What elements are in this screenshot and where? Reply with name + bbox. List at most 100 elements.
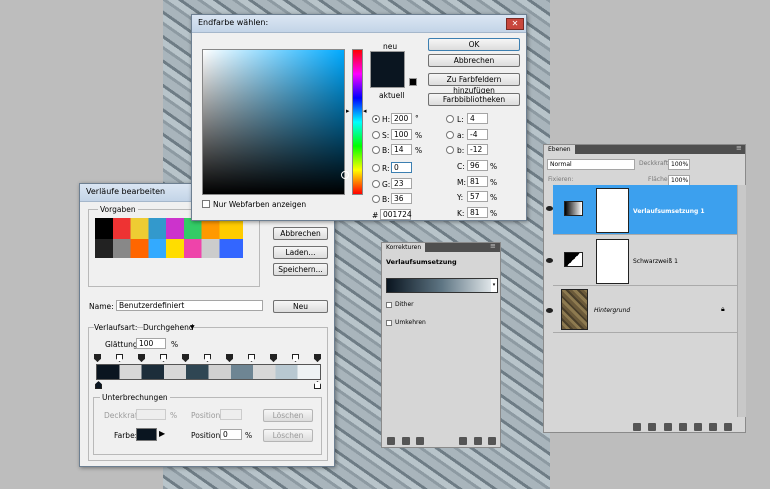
color-field[interactable] [202, 49, 345, 195]
adjustment-icon[interactable] [679, 423, 687, 431]
hue-slider-handle[interactable]: ▸ [346, 107, 350, 115]
visibility-icon[interactable] [416, 437, 424, 445]
saturation-input[interactable]: 100 [391, 129, 412, 140]
link-icon[interactable] [633, 423, 641, 431]
green-label: G: [382, 180, 391, 189]
mask-icon[interactable] [664, 423, 672, 431]
arrow-right-icon[interactable]: ▶ [159, 429, 165, 438]
reverse-checkbox[interactable] [386, 320, 392, 326]
magenta-input[interactable]: 81 [467, 176, 488, 187]
smooth-input[interactable]: 100 [136, 338, 166, 349]
fill-label: Fläche: [648, 176, 670, 183]
preset-swatches-row2[interactable] [95, 239, 243, 258]
layer-name: Verlaufsumsetzung 1 [633, 208, 705, 215]
color-position-label: Position: [191, 431, 223, 440]
cancel-button[interactable]: Abbrechen [273, 227, 328, 240]
new-button[interactable]: Neu [273, 300, 328, 313]
folder-icon[interactable] [694, 423, 702, 431]
black-unit: % [490, 209, 498, 218]
lock-label: Fixieren: [548, 176, 574, 183]
out-of-gamut-swatch[interactable] [409, 78, 417, 86]
gradient-map-preview[interactable] [386, 278, 498, 293]
color-picker-dialog: Endfarbe wählen: ✕ ▸ ◂ neu aktuell OK Ab… [191, 14, 527, 221]
opacity-position-input[interactable] [220, 409, 242, 420]
hue-slider-handle-right[interactable]: ◂ [363, 107, 367, 115]
lab-a-input[interactable]: -4 [467, 129, 488, 140]
trash-icon[interactable] [488, 437, 496, 445]
red-radio[interactable] [372, 164, 380, 172]
load-button[interactable]: Laden... [273, 246, 328, 259]
opacity-input[interactable] [136, 409, 166, 420]
cyan-input[interactable]: 96 [467, 160, 488, 171]
green-input[interactable]: 23 [391, 178, 412, 189]
lab-l-radio[interactable] [446, 115, 454, 123]
black-input[interactable]: 81 [467, 207, 488, 218]
layer-opacity-input[interactable]: 100% [668, 159, 690, 170]
hue-slider[interactable] [352, 49, 363, 195]
close-icon[interactable]: ✕ [506, 18, 524, 30]
tab-adjustments[interactable]: Korrekturen [382, 243, 426, 252]
clip-icon[interactable] [402, 437, 410, 445]
color-position-input[interactable]: 0 [220, 429, 242, 440]
yellow-input[interactable]: 57 [467, 191, 488, 202]
saturation-radio[interactable] [372, 131, 380, 139]
trash-icon[interactable] [724, 423, 732, 431]
new-layer-icon[interactable] [709, 423, 717, 431]
brightness-unit: % [415, 146, 423, 155]
eye-icon[interactable] [546, 308, 553, 313]
save-button[interactable]: Speichern... [273, 263, 328, 276]
dither-checkbox[interactable] [386, 302, 392, 308]
panel-menu-icon[interactable]: ≡ [736, 144, 742, 152]
lab-l-label: L: [457, 115, 464, 124]
lab-b-input[interactable]: -12 [467, 144, 488, 155]
delete-color-stop-button[interactable]: Löschen [263, 429, 313, 442]
name-label: Name: [89, 302, 114, 311]
chevron-down-icon: ▼ [190, 324, 195, 331]
cancel-button[interactable]: Abbrechen [428, 54, 520, 67]
view-previous-icon[interactable] [459, 437, 467, 445]
name-input[interactable]: Benutzerdefiniert [116, 300, 263, 311]
lab-a-radio[interactable] [446, 131, 454, 139]
color-picker-titlebar[interactable]: Endfarbe wählen: [192, 15, 526, 33]
adjustment-heading: Verlaufsumsetzung [386, 258, 457, 266]
layer-opacity-label: Deckkraft: [639, 160, 671, 167]
brightness-radio[interactable] [372, 146, 380, 154]
brightness-label: B: [382, 146, 390, 155]
reset-icon[interactable] [474, 437, 482, 445]
fx-icon[interactable] [648, 423, 656, 431]
layers-scrollbar[interactable] [737, 185, 746, 417]
opacity-position-label: Position: [191, 411, 223, 420]
saturation-unit: % [415, 131, 423, 140]
type-select[interactable]: Durchgehend [143, 323, 194, 332]
brightness-input[interactable]: 14 [391, 144, 412, 155]
web-colors-checkbox[interactable] [202, 200, 210, 208]
hue-radio[interactable] [372, 115, 380, 123]
tab-layers[interactable]: Ebenen [544, 145, 575, 154]
eye-icon[interactable] [546, 258, 553, 263]
blend-mode-select[interactable]: Normal [547, 159, 635, 170]
stops-group [93, 397, 322, 455]
stop-color-swatch[interactable] [136, 428, 157, 441]
color-libraries-button[interactable]: Farbbibliotheken [428, 93, 520, 106]
eye-icon[interactable] [546, 206, 553, 211]
blue-input[interactable]: 36 [391, 193, 412, 204]
color-position-unit: % [245, 431, 253, 440]
hex-input[interactable]: 001724 [380, 209, 412, 220]
chevron-down-icon[interactable]: ▾ [491, 279, 497, 292]
hue-input[interactable]: 200 [391, 113, 412, 124]
green-radio[interactable] [372, 180, 380, 188]
delete-opacity-stop-button[interactable]: Löschen [263, 409, 313, 422]
lab-l-input[interactable]: 4 [467, 113, 488, 124]
color-field-cursor[interactable] [341, 171, 349, 179]
panel-menu-icon[interactable]: ≡ [490, 242, 496, 250]
back-arrow-icon[interactable] [387, 437, 395, 445]
red-input[interactable]: 0 [391, 162, 412, 173]
lab-b-radio[interactable] [446, 146, 454, 154]
ok-button[interactable]: OK [428, 38, 520, 51]
gradient-bar[interactable] [96, 364, 321, 380]
gradient-map-adjustment-icon [564, 201, 583, 216]
add-to-swatches-button[interactable]: Zu Farbfeldern hinzufügen [428, 73, 520, 95]
reverse-label: Umkehren [395, 319, 426, 326]
color-label: Farbe: [114, 431, 138, 440]
blue-radio[interactable] [372, 195, 380, 203]
